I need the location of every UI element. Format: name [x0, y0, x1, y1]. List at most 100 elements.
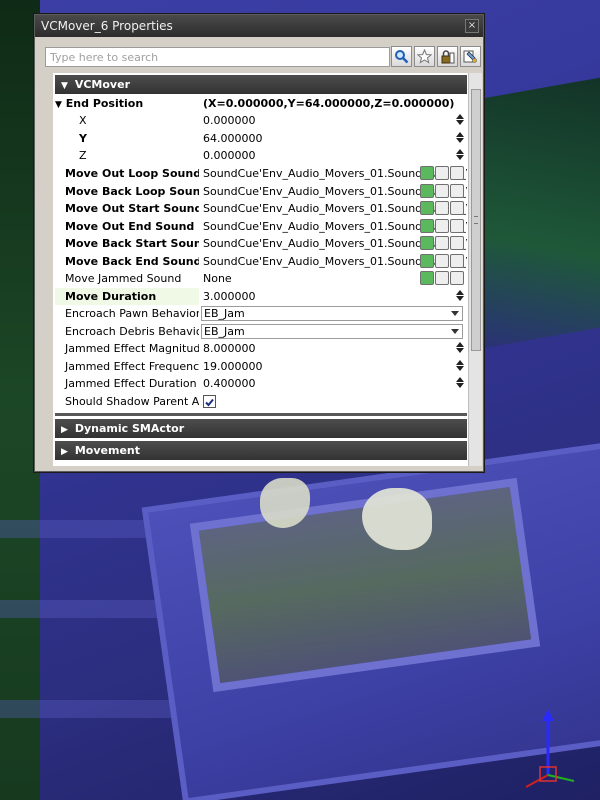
- expand-triangle-icon: ▶: [61, 447, 68, 457]
- property-name: Should Shadow Parent All Atta: [65, 394, 199, 408]
- property-value[interactable]: 64.000000: [201, 130, 467, 147]
- property-name: Move Back End Sound: [65, 254, 199, 268]
- property-value[interactable]: 0.000000: [201, 112, 467, 129]
- clear-icon[interactable]: [450, 166, 464, 180]
- property-row-move-back-end-sound[interactable]: Move Back End Sound SoundCue'Env_Audio_M…: [55, 253, 467, 270]
- favorites-button[interactable]: [414, 46, 435, 67]
- scrollbar-thumb[interactable]: [471, 89, 481, 351]
- property-row-move-out-loop-sound[interactable]: Move Out Loop Sound SoundCue'Env_Audio_M…: [55, 165, 467, 182]
- search-input[interactable]: [45, 47, 390, 67]
- transform-gizmo-icon[interactable]: [520, 705, 580, 795]
- browse-icon[interactable]: [435, 218, 449, 233]
- property-value[interactable]: 0.400000: [201, 375, 467, 392]
- category-label: Dynamic SMActor: [74, 422, 185, 435]
- clear-icon[interactable]: [450, 253, 464, 268]
- property-row-jammed-effect-frequency[interactable]: Jammed Effect Frequency 19.000000: [55, 358, 467, 375]
- dropdown-value: EB_Jam: [204, 307, 245, 320]
- spinner-arrows-icon[interactable]: [455, 377, 465, 390]
- property-row-move-back-loop-sound[interactable]: Move Back Loop Sound SoundCue'Env_Audio_…: [55, 183, 467, 200]
- property-name: Move Out Loop Sound: [65, 167, 199, 180]
- use-selected-icon[interactable]: [420, 201, 434, 215]
- encroach-pawn-dropdown[interactable]: EB_Jam: [201, 306, 463, 321]
- property-value[interactable]: SoundCue'Env_Audio_Movers_01.SoundCues.A…: [201, 183, 467, 200]
- browse-icon[interactable]: [435, 253, 449, 268]
- property-value[interactable]: 8.000000: [201, 340, 467, 357]
- value-text: 0.400000: [203, 377, 256, 390]
- property-name: Jammed Effect Frequency: [65, 359, 199, 373]
- spinner-arrows-icon[interactable]: [455, 149, 465, 162]
- category-dynamic-smactor[interactable]: ▶ Dynamic SMActor: [55, 419, 467, 438]
- search-toolbar: [40, 42, 481, 72]
- category-label: Movement: [74, 444, 140, 457]
- clear-icon[interactable]: [450, 183, 464, 198]
- property-row-encroach-pawn-behavior[interactable]: Encroach Pawn Behavior EB_Jam: [55, 305, 467, 322]
- use-selected-icon[interactable]: [420, 218, 434, 233]
- clear-icon[interactable]: [450, 201, 464, 215]
- use-selected-icon[interactable]: [420, 183, 434, 198]
- property-value[interactable]: SoundCue'Env_Audio_Movers_01.SoundCues.A…: [201, 235, 467, 252]
- close-button[interactable]: ×: [465, 19, 479, 33]
- clear-icon[interactable]: [450, 271, 464, 285]
- title-bar[interactable]: VCMover_6 Properties ×: [35, 15, 483, 37]
- browse-icon[interactable]: [435, 236, 449, 250]
- checkmark-icon: [205, 398, 214, 406]
- spinner-arrows-icon[interactable]: [455, 131, 465, 145]
- browse-icon[interactable]: [435, 201, 449, 215]
- property-value[interactable]: 3.000000: [201, 288, 467, 305]
- property-value[interactable]: SoundCue'Env_Audio_Movers_01.SoundCues.A…: [201, 200, 467, 217]
- asset-actions: [420, 236, 464, 250]
- asset-actions: [420, 201, 464, 215]
- property-value[interactable]: EB_Jam: [201, 323, 467, 340]
- browse-icon[interactable]: [435, 183, 449, 198]
- property-row-y[interactable]: Y 64.000000: [55, 130, 467, 147]
- window-title: VCMover_6 Properties: [41, 19, 173, 33]
- vertical-scrollbar[interactable]: [468, 73, 482, 466]
- search-button[interactable]: [391, 46, 412, 67]
- property-value[interactable]: SoundCue'Env_Audio_Movers_01.SoundCues.A…: [201, 165, 467, 182]
- property-row-x[interactable]: X 0.000000: [55, 112, 467, 129]
- category-movement[interactable]: ▶ Movement: [55, 441, 467, 460]
- property-value[interactable]: SoundCue'Env_Audio_Movers_01.SoundCues.A…: [201, 218, 467, 235]
- property-row-move-duration[interactable]: Move Duration 3.000000: [55, 287, 467, 305]
- browse-icon[interactable]: [435, 166, 449, 180]
- clear-icon[interactable]: [450, 236, 464, 250]
- property-grid: ▼ VCMover ▼ End Position (X=0.000000,Y=6…: [53, 73, 481, 466]
- use-selected-icon[interactable]: [420, 253, 434, 268]
- encroach-debris-dropdown[interactable]: EB_Jam: [201, 323, 463, 339]
- property-value[interactable]: EB_Jam: [201, 305, 467, 322]
- spinner-arrows-icon[interactable]: [455, 114, 465, 127]
- property-name: X: [79, 114, 87, 127]
- copy-button[interactable]: [460, 46, 481, 67]
- browse-icon[interactable]: [435, 271, 449, 285]
- property-name: Move Duration: [55, 287, 199, 305]
- property-row-should-shadow-parent[interactable]: Should Shadow Parent All Atta: [55, 393, 467, 410]
- property-row-move-jammed-sound[interactable]: Move Jammed Sound None: [55, 270, 467, 287]
- use-selected-icon[interactable]: [420, 271, 434, 285]
- category-vcmover[interactable]: ▼ VCMover: [55, 75, 467, 94]
- property-value[interactable]: 0.000000: [201, 147, 467, 164]
- property-value[interactable]: [201, 393, 467, 410]
- property-row-jammed-effect-duration[interactable]: Jammed Effect Duration 0.400000: [55, 375, 467, 392]
- property-row-move-out-end-sound[interactable]: Move Out End Sound SoundCue'Env_Audio_Mo…: [55, 218, 467, 235]
- use-selected-icon[interactable]: [420, 236, 434, 250]
- property-row-jammed-effect-magnitude[interactable]: Jammed Effect Magnitude 8.000000: [55, 340, 467, 357]
- property-value[interactable]: 19.000000: [201, 358, 467, 375]
- property-name: Y: [79, 131, 87, 145]
- lock-button[interactable]: [437, 46, 458, 67]
- property-value[interactable]: SoundCue'Env_Audio_Movers_01.SoundCues.A…: [201, 253, 467, 270]
- property-row-move-back-start-sound[interactable]: Move Back Start Sound SoundCue'Env_Audio…: [55, 235, 467, 252]
- property-row-move-out-start-sound[interactable]: Move Out Start Sound SoundCue'Env_Audio_…: [55, 200, 467, 217]
- value-text: None: [203, 272, 232, 285]
- clear-icon[interactable]: [450, 218, 464, 233]
- spinner-arrows-icon[interactable]: [455, 342, 465, 355]
- property-row-z[interactable]: Z 0.000000: [55, 147, 467, 164]
- shadow-parent-checkbox[interactable]: [203, 394, 216, 408]
- property-row-end-position[interactable]: ▼ End Position (X=0.000000,Y=64.000000,Z…: [55, 95, 467, 112]
- property-row-encroach-debris-behavior[interactable]: Encroach Debris Behavior EB_Jam: [55, 323, 467, 340]
- spinner-arrows-icon[interactable]: [455, 359, 465, 373]
- use-selected-icon[interactable]: [420, 166, 434, 180]
- asset-actions: [420, 166, 464, 180]
- property-value[interactable]: None: [201, 270, 467, 287]
- spinner-arrows-icon[interactable]: [455, 289, 465, 303]
- property-name: Encroach Pawn Behavior: [65, 307, 199, 320]
